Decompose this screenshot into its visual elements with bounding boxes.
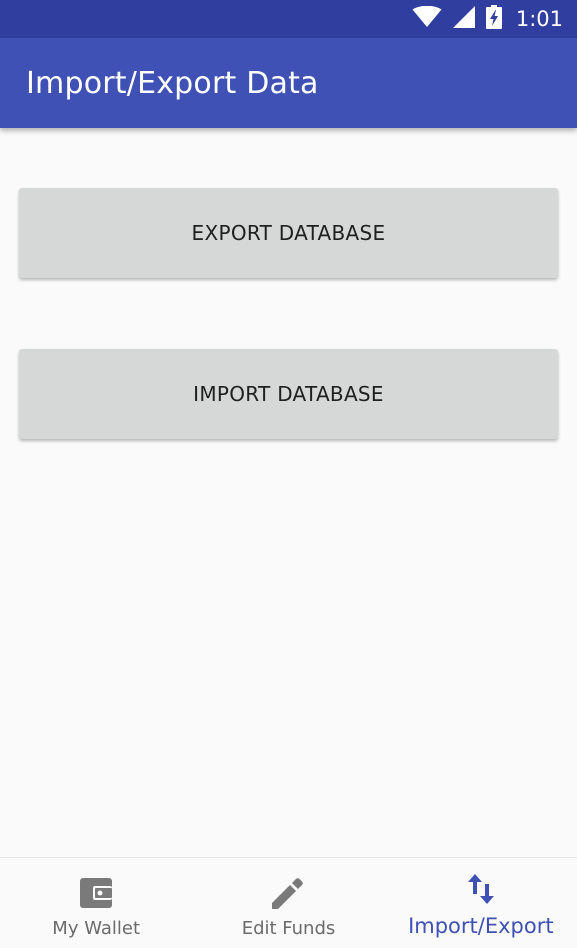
import-database-button[interactable]: IMPORT DATABASE	[19, 349, 558, 439]
pencil-icon	[272, 876, 304, 910]
nav-label-my-wallet: My Wallet	[52, 918, 141, 939]
nav-item-my-wallet[interactable]: My Wallet	[0, 858, 192, 948]
status-time: 1:01	[515, 7, 563, 31]
nav-label-edit-funds: Edit Funds	[241, 918, 336, 939]
bottom-navigation: My Wallet Edit Funds Import/Export	[0, 857, 577, 948]
signal-icon	[452, 5, 476, 33]
wifi-icon	[412, 5, 442, 33]
battery-charging-icon	[485, 4, 502, 34]
export-database-button[interactable]: EXPORT DATABASE	[19, 188, 558, 278]
page-title: Import/Export Data	[26, 65, 319, 101]
nav-item-import-export[interactable]: Import/Export	[385, 858, 577, 948]
nav-item-edit-funds[interactable]: Edit Funds	[192, 858, 384, 948]
app-bar: Import/Export Data	[0, 38, 577, 128]
swap-vertical-icon	[467, 872, 494, 906]
nav-label-import-export: Import/Export	[408, 914, 554, 938]
status-bar: 1:01	[0, 0, 577, 38]
wallet-icon	[80, 876, 113, 910]
